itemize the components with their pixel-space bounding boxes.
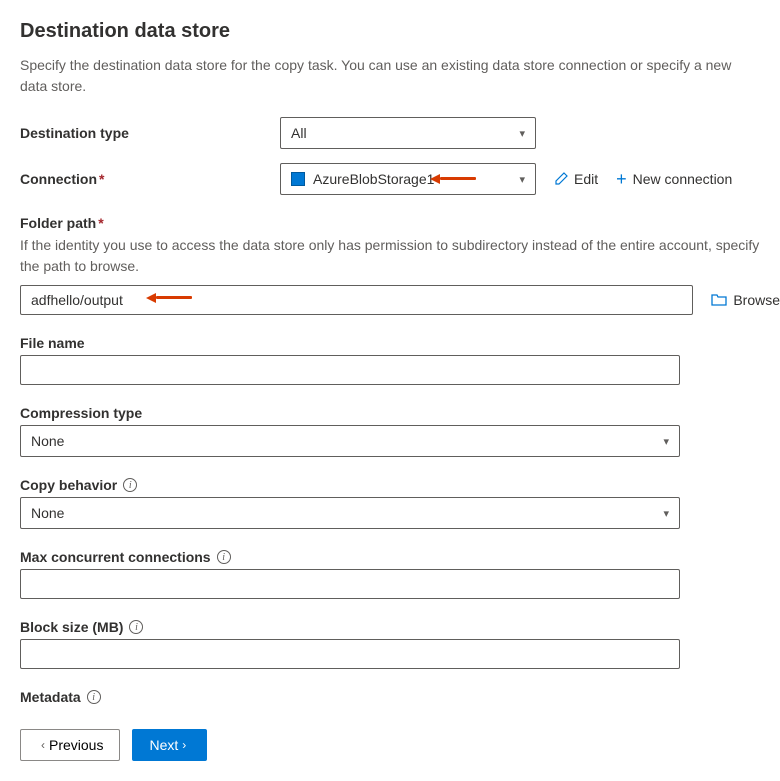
- destination-type-label: Destination type: [20, 125, 280, 141]
- edit-button[interactable]: Edit: [554, 171, 598, 187]
- pencil-icon: [554, 172, 568, 186]
- info-icon[interactable]: i: [87, 690, 101, 704]
- annotation-arrow-icon: [440, 174, 480, 184]
- annotation-arrow-icon: [156, 293, 196, 303]
- copy-behavior-value: None: [31, 505, 64, 521]
- previous-button[interactable]: ‹ Previous: [20, 729, 120, 761]
- compression-type-value: None: [31, 433, 64, 449]
- compression-type-label: Compression type: [20, 405, 680, 421]
- info-icon[interactable]: i: [129, 620, 143, 634]
- compression-type-select[interactable]: None ▾: [20, 425, 680, 457]
- connection-label: Connection*: [20, 171, 280, 187]
- info-icon[interactable]: i: [217, 550, 231, 564]
- destination-type-select[interactable]: All ▾: [280, 117, 536, 149]
- page-subtitle: Specify the destination data store for t…: [20, 55, 760, 97]
- required-indicator: *: [98, 215, 103, 231]
- info-icon[interactable]: i: [123, 478, 137, 492]
- chevron-right-icon: ›: [182, 738, 186, 752]
- required-indicator: *: [99, 171, 104, 187]
- folder-path-input[interactable]: [20, 285, 693, 315]
- block-size-input[interactable]: [20, 639, 680, 669]
- folder-path-label: Folder path*: [20, 215, 760, 231]
- folder-path-help: If the identity you use to access the da…: [20, 235, 760, 277]
- chevron-left-icon: ‹: [41, 738, 45, 752]
- metadata-label: Metadata i: [20, 689, 760, 705]
- copy-behavior-select[interactable]: None ▾: [20, 497, 680, 529]
- file-name-label: File name: [20, 335, 680, 351]
- chevron-down-icon: ▾: [519, 173, 525, 186]
- chevron-down-icon: ▾: [663, 507, 669, 520]
- block-size-label: Block size (MB) i: [20, 619, 680, 635]
- chevron-down-icon: ▾: [663, 435, 669, 448]
- new-connection-button[interactable]: + New connection: [616, 170, 732, 188]
- chevron-down-icon: ▾: [519, 127, 525, 140]
- page-title: Destination data store: [20, 20, 760, 43]
- file-name-input[interactable]: [20, 355, 680, 385]
- destination-type-value: All: [291, 125, 307, 141]
- max-concurrent-input[interactable]: [20, 569, 680, 599]
- connection-value: AzureBlobStorage1: [313, 171, 434, 187]
- max-concurrent-label: Max concurrent connections i: [20, 549, 680, 565]
- copy-behavior-label: Copy behavior i: [20, 477, 680, 493]
- storage-icon: [291, 172, 305, 186]
- next-button[interactable]: Next ›: [132, 729, 207, 761]
- plus-icon: +: [616, 170, 627, 188]
- connection-select[interactable]: AzureBlobStorage1 ▾: [280, 163, 536, 195]
- folder-icon: [711, 293, 727, 307]
- browse-button[interactable]: Browse: [711, 292, 780, 308]
